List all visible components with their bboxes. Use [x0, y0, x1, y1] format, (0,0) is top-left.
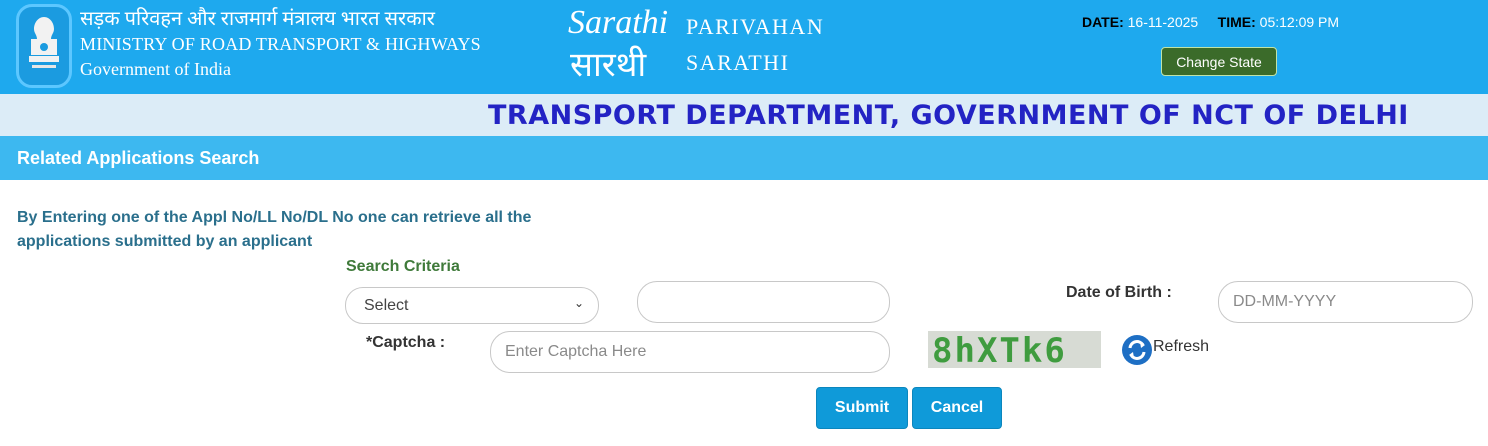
submit-button[interactable]: Submit	[816, 387, 908, 429]
search-number-input[interactable]	[637, 281, 890, 323]
department-title: TRANSPORT DEPARTMENT, GOVERNMENT OF NCT …	[488, 100, 1409, 131]
date-label: DATE:	[1082, 14, 1124, 30]
cancel-button[interactable]: Cancel	[912, 387, 1002, 429]
brand-line-2: SARATHI	[686, 50, 790, 75]
time-value: 05:12:09 PM	[1259, 14, 1340, 30]
search-criteria-select[interactable]: Select ⌄	[345, 287, 599, 324]
department-bar: TRANSPORT DEPARTMENT, GOVERNMENT OF NCT …	[0, 94, 1488, 136]
date-value: 16-11-2025	[1127, 14, 1199, 30]
ministry-title: सड़क परिवहन और राजमार्ग मंत्रालय भारत सर…	[80, 6, 481, 82]
logo-hindi: सारथी	[570, 47, 647, 84]
date-time: DATE: 16-11-2025 TIME: 05:12:09 PM	[1082, 14, 1339, 30]
search-criteria-label: Search Criteria	[346, 258, 460, 275]
change-state-button[interactable]: Change State	[1161, 47, 1277, 76]
refresh-icon[interactable]	[1121, 334, 1153, 366]
section-title: Related Applications Search	[17, 148, 260, 168]
logo-english: Sarathi	[568, 4, 669, 41]
brand-line-1: PARIVAHAN	[686, 14, 825, 39]
ministry-english: MINISTRY OF ROAD TRANSPORT & HIGHWAYS	[80, 34, 481, 54]
chevron-down-icon: ⌄	[573, 296, 584, 310]
refresh-link[interactable]: Refresh	[1153, 338, 1209, 356]
sarathi-logo: Sarathi सारथी	[566, 4, 676, 86]
india-emblem-icon	[16, 4, 72, 88]
government-of-india: Government of India	[80, 59, 231, 79]
info-text: By Entering one of the Appl No/LL No/DL …	[17, 209, 532, 250]
dob-input[interactable]	[1218, 281, 1473, 323]
time-label: TIME:	[1217, 14, 1256, 30]
captcha-text: 8hXTk6	[932, 331, 1067, 368]
captcha-input[interactable]	[490, 331, 890, 373]
brand-name: PARIVAHAN SARATHI	[686, 14, 824, 76]
select-value: Select	[364, 297, 409, 314]
dob-label: Date of Birth :	[1066, 284, 1172, 301]
captcha-image: 8hXTk6	[928, 331, 1101, 368]
section-header: Related Applications Search	[0, 136, 1488, 180]
captcha-label: *Captcha :	[366, 334, 446, 351]
site-header: सड़क परिवहन और राजमार्ग मंत्रालय भारत सर…	[0, 0, 1488, 94]
ministry-hindi: सड़क परिवहन और राजमार्ग मंत्रालय भारत सर…	[80, 8, 435, 30]
